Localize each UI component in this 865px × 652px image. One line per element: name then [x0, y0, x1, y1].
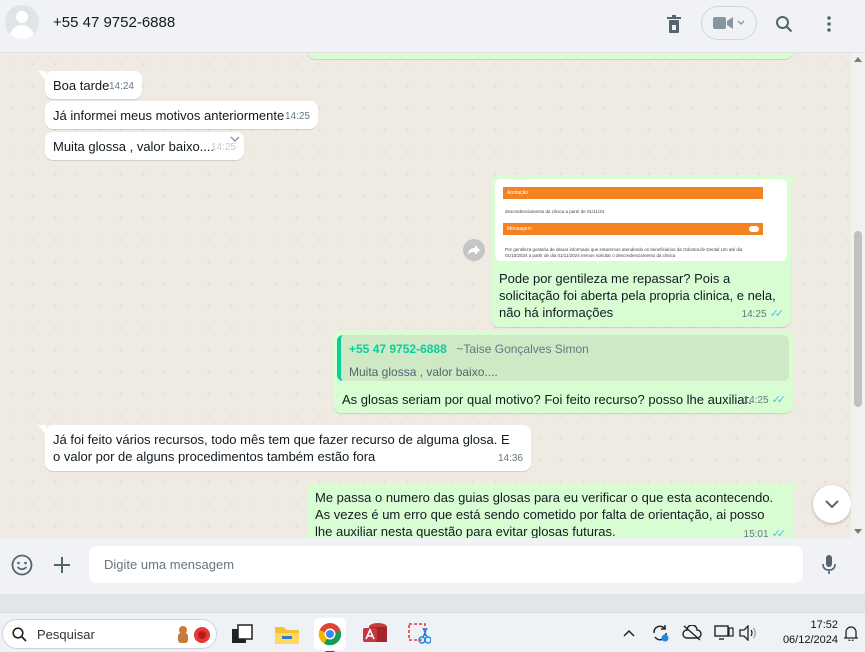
clock-time: 17:52 — [810, 619, 838, 631]
chrome-icon[interactable] — [314, 618, 346, 652]
message-text: Já foi feito vários recursos, todo mês t… — [53, 432, 510, 464]
window-bottom-strip — [0, 594, 865, 612]
message-time: 14:25 — [741, 309, 767, 320]
message-bubble-outgoing-image[interactable]: Anotação descredenciamento da clinica a … — [491, 175, 798, 327]
sync-icon[interactable] — [650, 623, 670, 643]
avatar-head — [16, 11, 28, 23]
bubble-tail — [790, 175, 798, 185]
taskbar-search[interactable]: Pesquisar — [2, 619, 217, 649]
message-text: As glosas seriam por qual motivo? Foi fe… — [342, 392, 752, 407]
microphone-icon[interactable] — [816, 552, 842, 578]
gingerbread-icon — [178, 626, 210, 643]
bubble-tail — [38, 71, 46, 81]
windows-taskbar: Pesquisar 17:52 06/12/2024 — [0, 612, 865, 652]
message-time-wrap: 15:01 ✓✓ — [743, 526, 787, 538]
search-icon[interactable] — [772, 12, 796, 36]
avatar-body — [10, 25, 34, 39]
message-time: 14:25 — [284, 111, 310, 122]
contact-avatar[interactable] — [5, 5, 39, 39]
bubble-tail — [792, 483, 800, 493]
message-bubble-incoming[interactable]: Muita glossa , valor baixo.... 14:25 — [45, 132, 244, 160]
scroll-down-arrow[interactable] — [854, 529, 862, 534]
message-bubble-incoming[interactable]: Já foi feito vários recursos, todo mês t… — [38, 425, 531, 471]
message-bubble-incoming[interactable]: Boa tarde 14:24 — [38, 71, 142, 99]
message-bubble-cut — [307, 53, 793, 59]
read-ticks-icon: ✓✓ — [771, 394, 787, 406]
message-text: Já informei meus motivos anteriormente — [53, 108, 285, 123]
image-bar-annotation: Anotação — [503, 187, 763, 199]
message-time: 14:24 — [108, 81, 134, 92]
message-time-wrap: 14:25 ✓✓ — [743, 392, 787, 409]
search-icon — [12, 627, 27, 642]
file-explorer-icon[interactable] — [271, 618, 303, 650]
bubble-tail — [38, 425, 46, 435]
forward-icon[interactable] — [463, 239, 485, 261]
taskbar-search-label: Pesquisar — [37, 627, 95, 642]
access-app-icon[interactable] — [359, 618, 391, 650]
scrollbar-thumb[interactable] — [854, 231, 862, 407]
quote-text: Muita glossa , valor baixo.... — [349, 365, 498, 379]
trash-icon[interactable] — [662, 12, 686, 36]
message-input[interactable]: Digite uma mensagem — [89, 546, 803, 583]
message-text: Me passa o numero das guias glosas para … — [315, 490, 774, 538]
message-time: 14:25 — [743, 395, 769, 406]
chevron-down-icon — [825, 499, 839, 508]
message-menu-chevron-icon[interactable] — [230, 136, 240, 143]
attach-plus-icon[interactable] — [49, 552, 75, 578]
quote-author: +55 47 9752-6888 — [349, 342, 447, 356]
video-camera-icon — [713, 17, 733, 29]
message-text: Pode por gentileza me repassar? Pois a s… — [499, 271, 776, 320]
system-clock[interactable]: 17:52 06/12/2024 — [762, 618, 838, 648]
video-call-button[interactable] — [701, 6, 757, 40]
quoted-message[interactable]: +55 47 9752-6888 ~Taise Gonçalves Simon … — [337, 335, 789, 381]
image-line: descredenciamento da clinica a partir de… — [505, 209, 605, 214]
message-time: 14:36 — [497, 453, 523, 464]
chat-scrollbar[interactable] — [851, 53, 865, 538]
image-line: 01/10/2024 a partir de dia 01/11/2024 ir… — [505, 253, 676, 258]
chevron-up-icon[interactable] — [619, 623, 639, 643]
message-bubble-outgoing-reply[interactable]: +55 47 9752-6888 ~Taise Gonçalves Simon … — [333, 331, 793, 413]
task-view-icon[interactable] — [226, 618, 258, 650]
display-icon[interactable] — [714, 623, 734, 643]
clock-date: 06/12/2024 — [782, 634, 838, 646]
chat-header: +55 47 9752-6888 — [0, 0, 865, 53]
emoji-icon[interactable] — [9, 552, 35, 578]
contact-name[interactable]: +55 47 9752-6888 — [53, 14, 175, 31]
quote-alias: ~Taise Gonçalves Simon — [456, 342, 589, 356]
message-composer: Digite uma mensagem — [0, 538, 865, 594]
message-time: 15:01 — [743, 529, 769, 538]
menu-dots-icon[interactable] — [817, 12, 841, 36]
attached-image[interactable]: Anotação descredenciamento da clinica a … — [495, 179, 787, 261]
snipping-tool-icon[interactable] — [403, 618, 435, 650]
message-bubble-incoming[interactable]: Já informei meus motivos anteriormente 1… — [45, 101, 318, 129]
toggle-icon — [749, 226, 759, 232]
message-bubble-outgoing[interactable]: Me passa o numero das guias glosas para … — [307, 483, 800, 538]
cloud-offline-icon[interactable] — [682, 623, 702, 643]
read-ticks-icon: ✓✓ — [769, 308, 785, 320]
message-list[interactable]: Boa tarde 14:24 Já informei meus motivos… — [0, 53, 851, 538]
read-ticks-icon: ✓✓ — [771, 528, 787, 538]
message-time-wrap: 14:25 ✓✓ — [741, 306, 785, 323]
chevron-down-icon — [737, 20, 745, 25]
notification-bell-icon[interactable] — [841, 623, 861, 643]
message-text: Muita glossa , valor baixo.... — [53, 139, 215, 154]
image-bar-message-label: Mensagem — [507, 226, 532, 232]
scroll-to-bottom-button[interactable] — [813, 485, 851, 523]
volume-icon[interactable] — [738, 623, 758, 643]
scroll-up-arrow[interactable] — [854, 57, 862, 62]
image-bar-message: Mensagem — [503, 223, 763, 235]
